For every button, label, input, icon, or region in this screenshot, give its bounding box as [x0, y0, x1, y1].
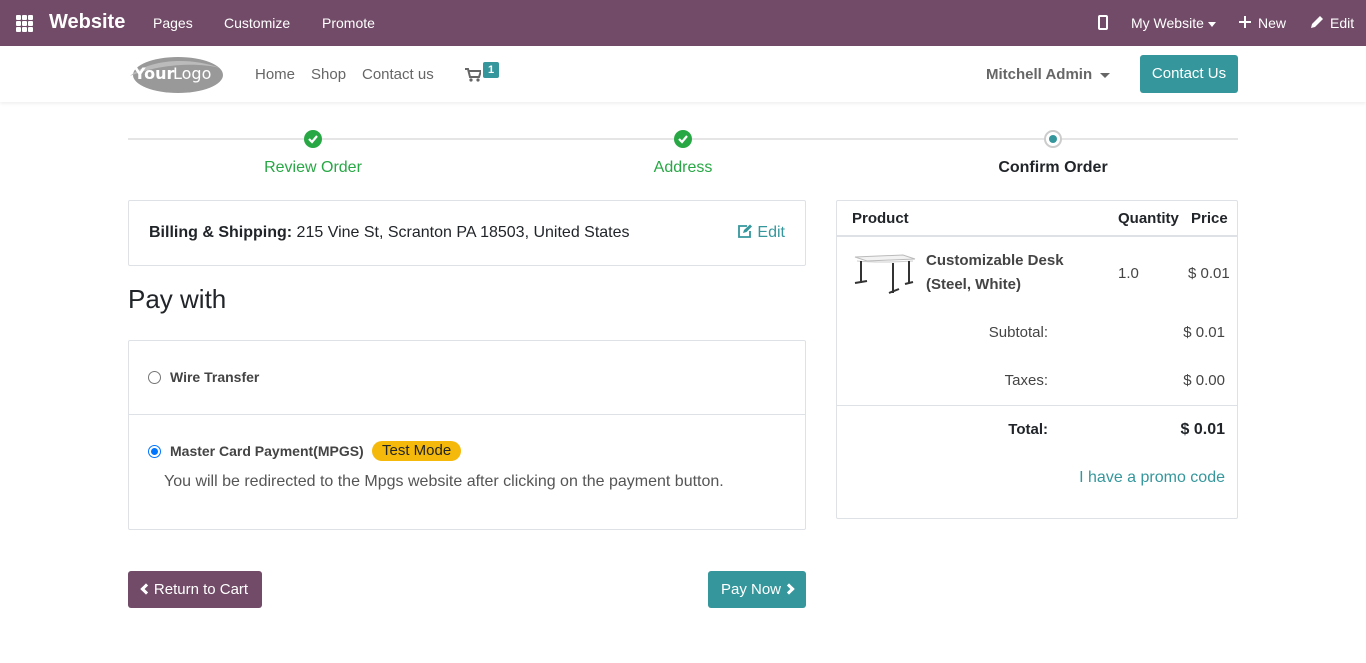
topnav-customize[interactable]: Customize [224, 15, 290, 31]
edit-address-label: Edit [757, 224, 785, 241]
billing-address: Billing & Shipping: 215 Vine St, Scranto… [149, 224, 630, 242]
mpgs-radio[interactable] [148, 445, 161, 458]
mpgs-label[interactable]: Master Card Payment(MPGS) [170, 443, 364, 459]
billing-shipping-card: Billing & Shipping: 215 Vine St, Scranto… [128, 200, 806, 266]
step-address[interactable]: Address [583, 159, 783, 177]
topnav-promote[interactable]: Promote [322, 15, 375, 31]
order-summary: Product Quantity Price Customizable Desk… [836, 200, 1238, 519]
header-price: Price [1191, 210, 1228, 227]
svg-text:Logo: Logo [173, 64, 211, 83]
edit-address-link[interactable]: Edit [737, 224, 785, 242]
nav-home[interactable]: Home [255, 66, 295, 83]
website-switcher-label: My Website [1131, 15, 1204, 31]
edit-button[interactable]: Edit [1330, 15, 1354, 31]
topnav-pages[interactable]: Pages [153, 15, 193, 31]
user-menu[interactable]: Mitchell Admin [986, 66, 1111, 83]
chevron-right-icon [783, 583, 795, 595]
apps-grid-icon[interactable] [16, 15, 33, 32]
total-value: $ 0.01 [1180, 421, 1225, 438]
user-name: Mitchell Admin [986, 66, 1093, 83]
check-circle-icon [674, 130, 692, 148]
total-label: Total: [1008, 421, 1048, 438]
return-to-cart-label: Return to Cart [153, 581, 249, 598]
app-brand[interactable]: Website [49, 11, 125, 34]
cart-count-badge[interactable]: 1 [483, 62, 499, 78]
payment-option-wire[interactable]: Wire Transfer [129, 341, 805, 415]
taxes-label: Taxes: [1004, 372, 1048, 389]
admin-topbar: Website Pages Customize Promote My Websi… [0, 0, 1366, 46]
promo-code-link[interactable]: I have a promo code [1079, 469, 1225, 487]
chevron-down-icon [1100, 72, 1111, 78]
svg-text:Your: Your [133, 64, 175, 83]
nav-contact[interactable]: Contact us [362, 66, 434, 83]
header-product: Product [852, 210, 909, 227]
product-quantity: 1.0 [1118, 265, 1139, 282]
product-name[interactable]: Customizable Desk (Steel, White) [926, 249, 1096, 297]
step-confirm-order: Confirm Order [998, 159, 1108, 176]
website-switcher[interactable]: My Website [1131, 15, 1216, 31]
pay-with-heading: Pay with [128, 284, 227, 314]
subtotal-value: $ 0.01 [1183, 324, 1225, 341]
mpgs-help-text: You will be redirected to the Mpgs websi… [164, 473, 724, 490]
pay-now-button[interactable]: Pay Now [708, 571, 806, 608]
shopping-cart-icon[interactable] [465, 68, 481, 82]
wire-transfer-radio[interactable] [148, 371, 161, 384]
step-review-order[interactable]: Review Order [213, 159, 413, 177]
summary-divider [837, 405, 1237, 406]
site-logo[interactable]: Your Logo [128, 54, 223, 94]
wire-transfer-label[interactable]: Wire Transfer [170, 369, 259, 385]
plus-icon[interactable] [1239, 16, 1251, 28]
billing-label: Billing & Shipping: [149, 224, 293, 241]
site-header: Your Logo Home Shop Contact us 1 Mitchel… [0, 46, 1366, 102]
chevron-left-icon [140, 583, 152, 595]
subtotal-label: Subtotal: [988, 324, 1048, 341]
summary-header: Product Quantity Price [837, 201, 1237, 237]
new-button[interactable]: New [1258, 15, 1286, 31]
contact-us-button[interactable]: Contact Us [1140, 55, 1238, 93]
header-quantity: Quantity [1118, 210, 1179, 227]
edit-icon [738, 224, 753, 238]
test-mode-badge: Test Mode [372, 441, 462, 461]
taxes-value: $ 0.00 [1183, 372, 1225, 389]
mobile-preview-icon[interactable] [1098, 15, 1108, 30]
current-step-icon [1044, 130, 1062, 148]
check-circle-icon [304, 130, 322, 148]
pay-now-label: Pay Now [720, 581, 782, 598]
payment-methods-card: Wire Transfer Master Card Payment(MPGS) … [128, 340, 806, 530]
billing-address-value: 215 Vine St, Scranton PA 18503, United S… [296, 224, 630, 241]
product-image[interactable] [853, 251, 917, 297]
product-price: $ 0.01 [1188, 265, 1230, 282]
chevron-down-icon [1207, 21, 1216, 27]
return-to-cart-button[interactable]: Return to Cart [128, 571, 262, 608]
nav-shop[interactable]: Shop [311, 66, 346, 83]
pencil-icon[interactable] [1310, 15, 1324, 29]
